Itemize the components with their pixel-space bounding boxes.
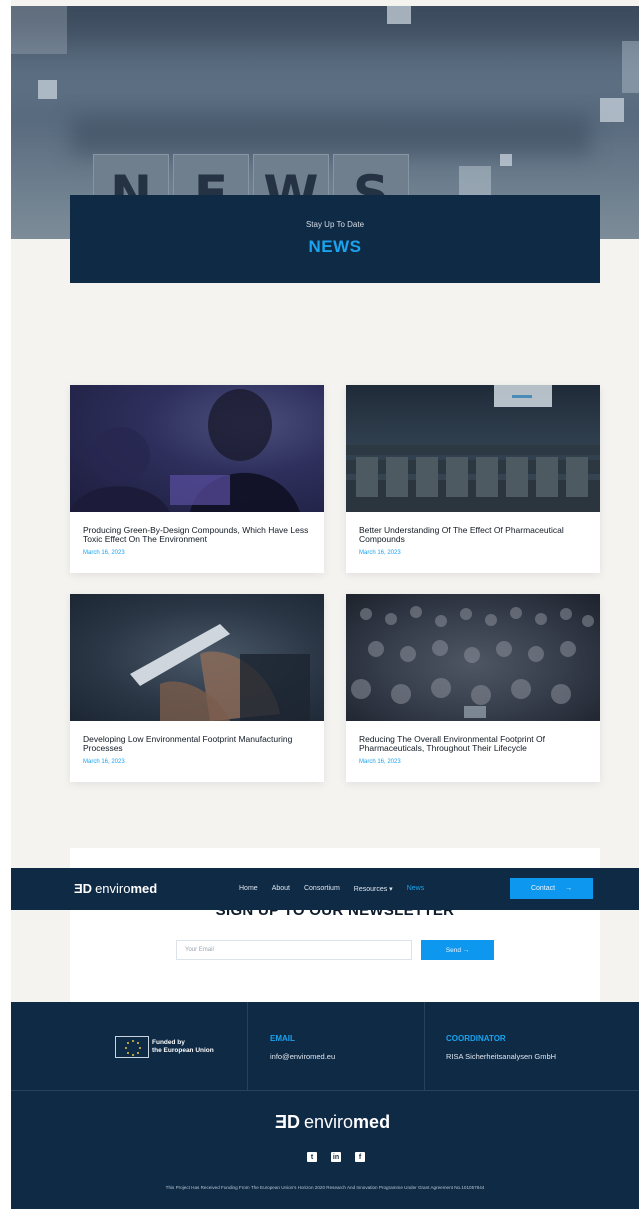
site-header: ƎD enviro med Home About Consortium Reso… — [11, 868, 639, 910]
page-subtitle: Stay Up To Date — [305, 220, 365, 229]
news-image-art — [346, 385, 600, 512]
eu-flag-icon — [115, 1036, 149, 1058]
email-link[interactable]: info@enviromed.eu — [270, 1052, 335, 1061]
decor-square — [387, 6, 411, 24]
email-label: EMAIL — [270, 1034, 295, 1043]
nav-news[interactable]: News — [407, 885, 425, 893]
page-title-box: Stay Up To Date NEWS — [70, 195, 600, 283]
page-title: NEWS — [308, 237, 362, 256]
news-date: March 16, 2023 — [359, 759, 401, 765]
news-title[interactable]: Better Understanding Of The Effect Of Ph… — [359, 526, 589, 544]
send-button[interactable]: Send → — [421, 940, 494, 960]
news-image-art — [130, 624, 310, 721]
logo-text-bold: med — [353, 1112, 391, 1132]
logo-mark-icon: ƎD — [74, 881, 93, 896]
footer-divider — [424, 1002, 425, 1090]
nav-about[interactable]: About — [272, 885, 290, 893]
logo-text-light: enviro — [95, 881, 131, 896]
nav-resources[interactable]: Resources ▾ — [354, 885, 393, 893]
news-image[interactable] — [70, 385, 324, 512]
page-frame: N E W S Stay Up To Date NEWS Producing G… — [11, 0, 639, 1209]
twitter-icon[interactable]: t — [307, 1152, 317, 1162]
coordinator-label: COORDINATOR — [446, 1034, 506, 1043]
newsletter-card-top — [70, 848, 600, 868]
eu-funding-text: Funded by the European Union — [152, 1039, 214, 1054]
news-image[interactable] — [70, 594, 324, 721]
facebook-icon[interactable]: f — [355, 1152, 365, 1162]
decor-square — [500, 154, 512, 166]
coordinator-value: RISA Sicherheitsanalysen GmbH — [446, 1052, 557, 1061]
news-image[interactable] — [346, 594, 600, 721]
decor-square — [38, 80, 57, 99]
news-image-art — [351, 606, 594, 718]
news-image[interactable] — [346, 385, 600, 512]
news-card[interactable]: Better Understanding Of The Effect Of Ph… — [346, 385, 600, 573]
decor-square — [622, 41, 639, 93]
decor-square — [11, 6, 67, 54]
site-footer: Funded by the European Union EMAIL info@… — [11, 1002, 639, 1209]
footer-rule — [11, 1090, 639, 1091]
nav-home[interactable]: Home — [239, 885, 258, 893]
contact-label: Contact — [530, 885, 556, 892]
footer-logo[interactable]: ƎD enviro med — [275, 1112, 390, 1133]
news-image-art — [70, 389, 300, 512]
news-date: March 16, 2023 — [359, 550, 401, 556]
decor-square — [600, 98, 624, 122]
linkedin-icon[interactable]: in — [331, 1152, 341, 1162]
newsletter-section: SIGN UP TO OUR NEWSLETTER Your Email Sen… — [70, 900, 600, 1002]
news-date: March 16, 2023 — [83, 759, 125, 765]
contact-button[interactable]: Contact → — [510, 878, 593, 899]
email-input[interactable]: Your Email — [176, 940, 412, 960]
logo-text-light: enviro — [304, 1112, 354, 1132]
footer-divider — [247, 1002, 248, 1090]
site-logo[interactable]: ƎD enviro med — [74, 881, 157, 896]
main-nav: Home About Consortium Resources ▾ News — [239, 885, 438, 893]
news-card[interactable]: Producing Green-By-Design Compounds, Whi… — [70, 385, 324, 573]
news-date: March 16, 2023 — [83, 550, 125, 556]
social-links: t in f — [307, 1152, 365, 1162]
news-title[interactable]: Developing Low Environmental Footprint M… — [83, 735, 313, 753]
nav-consortium[interactable]: Consortium — [304, 885, 340, 893]
news-card[interactable]: Developing Low Environmental Footprint M… — [70, 594, 324, 782]
news-title[interactable]: Producing Green-By-Design Compounds, Whi… — [83, 526, 313, 544]
news-card[interactable]: Reducing The Overall Environmental Footp… — [346, 594, 600, 782]
funding-disclaimer: This Project Has Received Funding From T… — [165, 1185, 485, 1190]
decor-square — [459, 166, 491, 198]
news-title[interactable]: Reducing The Overall Environmental Footp… — [359, 735, 589, 753]
logo-text-bold: med — [130, 881, 158, 896]
arrow-right-icon: → — [565, 885, 573, 892]
logo-mark-icon: ƎD — [275, 1112, 301, 1132]
